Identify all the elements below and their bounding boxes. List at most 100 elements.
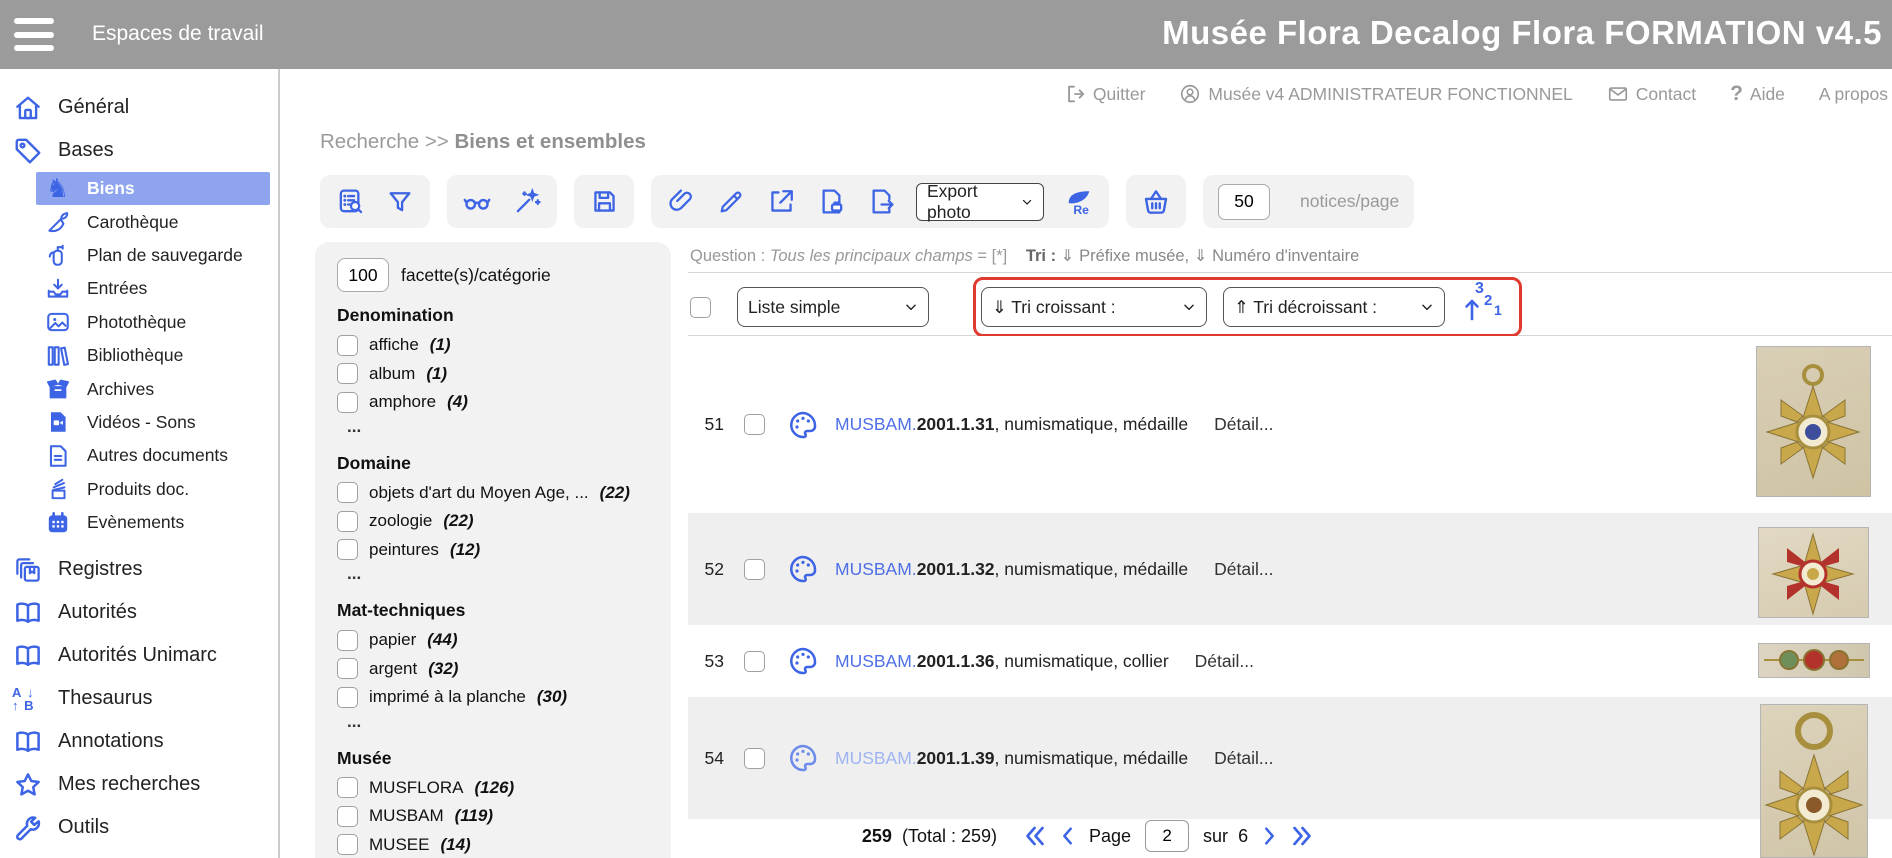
sidebar-item-label: Evènements [87,512,184,533]
next-page-button[interactable] [1258,824,1280,848]
export-document-button[interactable] [866,187,896,217]
facet-checkbox[interactable] [337,687,358,708]
sidebar-item-phototheque[interactable]: Photothèque [36,306,278,339]
last-page-button[interactable] [1290,824,1314,848]
print-document-button[interactable] [816,187,846,217]
sort-numeric-desc-icon[interactable]: 3 2 1 [1463,284,1505,330]
search-criteria-button[interactable] [335,187,365,217]
facet-count-input[interactable] [337,258,389,292]
attach-button[interactable] [666,187,696,217]
breadcrumb-section[interactable]: Recherche >> [320,130,449,153]
about-button[interactable]: A propos [1819,84,1888,105]
previous-page-button[interactable] [1057,824,1079,848]
sidebar-item-archives[interactable]: Archives [36,372,278,405]
facet-checkbox[interactable] [337,630,358,651]
save-button[interactable] [589,187,619,217]
record-thumbnail[interactable] [1756,346,1871,497]
re-logo-button[interactable]: Re [1064,187,1094,217]
sidebar-item-autres-documents[interactable]: Autres documents [36,439,278,472]
row-checkbox[interactable] [744,414,765,435]
detail-link[interactable]: Détail... [1214,559,1273,580]
sidebar-item-registres[interactable]: Registres [0,548,278,591]
sidebar: Général Bases ♞ Biens Carothèque Plan de… [0,69,280,858]
basket-button[interactable] [1141,187,1171,217]
record-link[interactable]: MUSBAM. [835,651,917,671]
facet-checkbox[interactable] [337,511,358,532]
notices-per-page-input[interactable] [1218,184,1270,220]
result-total: (Total : 259) [902,826,997,847]
record-link[interactable]: MUSBAM. [835,748,917,768]
sidebar-item-outils[interactable]: Outils [0,806,278,849]
sidebar-item-carotheque[interactable]: Carothèque [36,205,278,238]
sidebar-item-entrees[interactable]: Entrées [36,272,278,305]
detail-link[interactable]: Détail... [1195,651,1254,672]
magic-wand-button[interactable] [512,187,542,217]
user-menu[interactable]: Musée v4 ADMINISTRATEUR FONCTIONNEL [1179,83,1572,105]
first-page-button[interactable] [1023,824,1047,848]
record-thumbnail[interactable] [1758,643,1870,678]
facet-checkbox[interactable] [337,806,358,827]
sidebar-item-plan-de-sauvegarde[interactable]: Plan de sauvegarde [36,239,278,272]
sort-descending-select[interactable]: ⇑ Tri décroissant : [1223,287,1445,327]
sidebar-item-mes-recherches[interactable]: Mes recherches [0,763,278,806]
tag-icon [12,135,44,167]
facet-item: MUSBAM(119) [337,802,661,831]
sidebar-item-general[interactable]: Général [0,86,278,129]
facet-checkbox[interactable] [337,539,358,560]
workspace-label[interactable]: Espaces de travail [92,22,264,46]
page-number-input[interactable] [1145,820,1189,852]
sidebar-item-thesaurus[interactable]: A ↓↑ B Thesaurus [0,677,278,720]
record-link[interactable]: MUSBAM. [835,414,917,434]
palette-icon[interactable] [787,645,819,677]
detail-link[interactable]: Détail... [1214,414,1273,435]
open-external-button[interactable] [766,187,796,217]
detail-link[interactable]: Détail... [1214,748,1273,769]
facet-more-link[interactable]: ... [337,712,661,735]
select-all-checkbox[interactable] [690,297,711,318]
row-checkbox[interactable] [744,651,765,672]
glasses-icon[interactable] [462,187,492,217]
hamburger-menu-icon[interactable] [14,18,58,51]
sidebar-item-autorites-unimarc[interactable]: Autorités Unimarc [0,634,278,677]
sidebar-item-label: Carothèque [87,212,178,233]
facet-checkbox[interactable] [337,658,358,679]
sidebar-item-annotations[interactable]: Annotations [0,720,278,763]
breadcrumb-page: Biens et ensembles [454,130,645,153]
facet-checkbox[interactable] [337,335,358,356]
facet-item: objets d'art du Moyen Age, ...(22) [337,479,661,508]
facet-checkbox[interactable] [337,482,358,503]
palette-icon[interactable] [787,742,819,774]
record-thumbnail[interactable] [1760,704,1868,858]
facet-checkbox[interactable] [337,392,358,413]
facet-checkbox[interactable] [337,834,358,855]
sidebar-item-videos-sons[interactable]: Vidéos - Sons [36,406,278,439]
row-checkbox[interactable] [744,559,765,580]
sidebar-item-bibliotheque[interactable]: Bibliothèque [36,339,278,372]
sidebar-item-produits-doc[interactable]: Produits doc. [36,473,278,506]
edit-button[interactable] [716,187,746,217]
sidebar-item-bases[interactable]: Bases [0,129,278,172]
contact-button[interactable]: Contact [1607,83,1696,105]
help-button[interactable]: ? Aide [1730,82,1785,106]
result-row: 51 MUSBAM.2001.1.31, numismatique, médai… [688,336,1892,513]
view-mode-select[interactable]: Liste simple [737,287,929,327]
quit-button[interactable]: Quitter [1064,83,1146,105]
header-links: Quitter Musée v4 ADMINISTRATEUR FONCTION… [690,82,1888,106]
sidebar-item-biens[interactable]: ♞ Biens [36,172,270,205]
filter-button[interactable] [385,187,415,217]
facet-more-link[interactable]: ... [337,417,661,440]
row-checkbox[interactable] [744,748,765,769]
sidebar-item-autorites[interactable]: Autorités [0,591,278,634]
palette-icon[interactable] [787,553,819,585]
sidebar-item-evenements[interactable]: Evènements [36,506,278,539]
sort-ascending-select[interactable]: ⇓ Tri croissant : [981,287,1207,327]
facet-checkbox[interactable] [337,777,358,798]
record-thumbnail[interactable] [1758,527,1869,618]
palette-icon[interactable] [787,409,819,441]
export-photo-select[interactable]: Export photo [916,183,1044,221]
toolbar-group-actions: Export photo Re [651,175,1109,228]
facet-more-link[interactable]: ... [337,564,661,587]
facet-checkbox[interactable] [337,363,358,384]
record-link[interactable]: MUSBAM. [835,559,917,579]
sidebar-item-label: Général [58,96,129,119]
